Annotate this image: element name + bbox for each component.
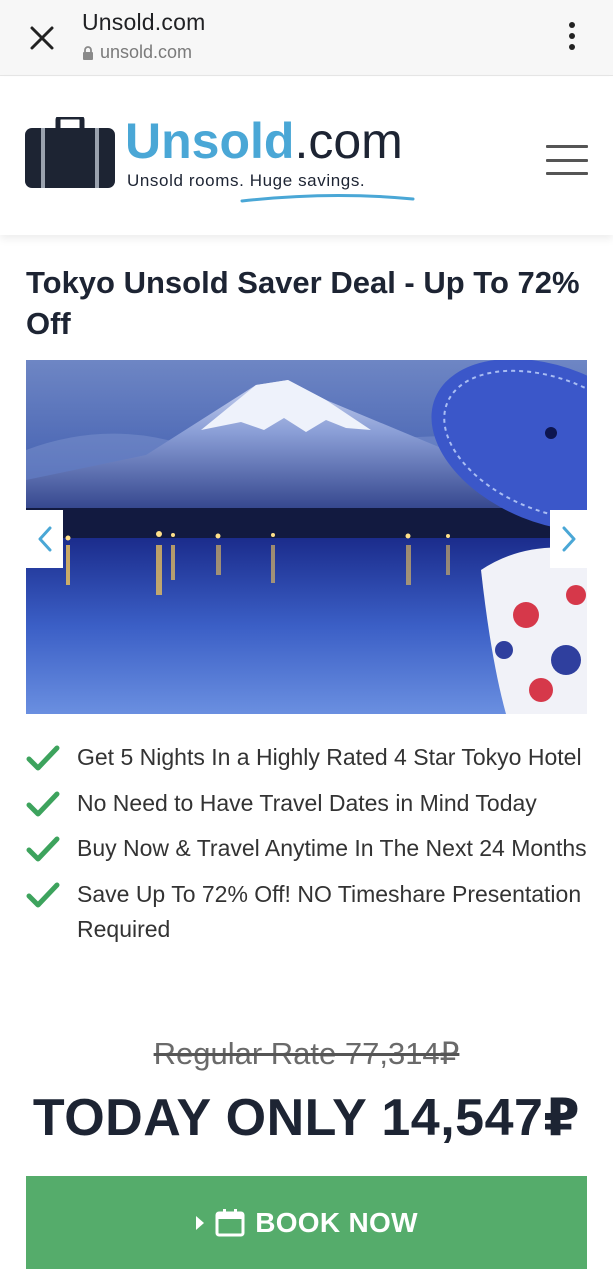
close-icon[interactable] <box>22 18 62 58</box>
list-item: Get 5 Nights In a Highly Rated 4 Star To… <box>26 740 591 782</box>
book-now-button[interactable]: BOOK NOW <box>26 1176 587 1269</box>
today-price: TODAY ONLY 14,547₽ <box>32 1089 581 1147</box>
hero-carousel[interactable] <box>26 360 587 714</box>
regular-rate: Regular Rate 77,314₽ <box>153 1036 460 1071</box>
page-title: Unsold.com <box>82 9 206 35</box>
play-arrow-icon <box>196 1215 205 1230</box>
checkmark-icon <box>26 740 77 782</box>
calendar-icon <box>215 1208 245 1236</box>
feature-text: Buy Now & Travel Anytime In The Next 24 … <box>77 835 587 861</box>
list-item: Buy Now & Travel Anytime In The Next 24 … <box>26 831 591 873</box>
logo-wordmark: Unsold.com <box>125 113 403 169</box>
url-text: unsold.com <box>100 42 193 62</box>
chevron-right-icon <box>562 526 575 552</box>
url-display[interactable]: unsold.com <box>82 42 192 63</box>
logo-swoosh <box>240 193 415 203</box>
feature-text: No Need to Have Travel Dates in Mind Tod… <box>77 789 537 816</box>
deal-title: Tokyo Unsold Saver Deal - Up To 72% Off <box>26 265 580 341</box>
more-vertical-icon[interactable] <box>556 18 588 54</box>
hamburger-icon[interactable] <box>546 145 588 175</box>
feature-list: Get 5 Nights In a Highly Rated 4 Star To… <box>26 740 591 952</box>
list-item: No Need to Have Travel Dates in Mind Tod… <box>26 786 591 828</box>
lock-icon <box>83 45 93 60</box>
site-header: Unsold.com Unsold rooms. Huge savings. <box>0 77 613 235</box>
checkmark-icon <box>26 831 77 873</box>
carousel-next-button[interactable] <box>550 510 587 568</box>
feature-text: Save Up To 72% Off! NO Timeshare Present… <box>77 880 582 943</box>
browser-toolbar: Unsold.com unsold.com <box>0 0 613 76</box>
carousel-prev-button[interactable] <box>26 510 63 568</box>
book-now-label: BOOK NOW <box>255 1206 418 1238</box>
list-item: Save Up To 72% Off! NO Timeshare Present… <box>26 877 591 948</box>
chevron-left-icon <box>38 526 51 552</box>
checkmark-icon <box>26 786 77 828</box>
site-logo[interactable]: Unsold.com Unsold rooms. Huge savings. <box>25 113 420 203</box>
suitcase-icon <box>25 117 115 188</box>
logo-tagline: Unsold rooms. Huge savings. <box>127 171 366 190</box>
mount-fuji-image <box>26 360 587 714</box>
feature-text: Get 5 Nights In a Highly Rated 4 Star To… <box>77 744 582 770</box>
checkmark-icon <box>26 877 77 919</box>
